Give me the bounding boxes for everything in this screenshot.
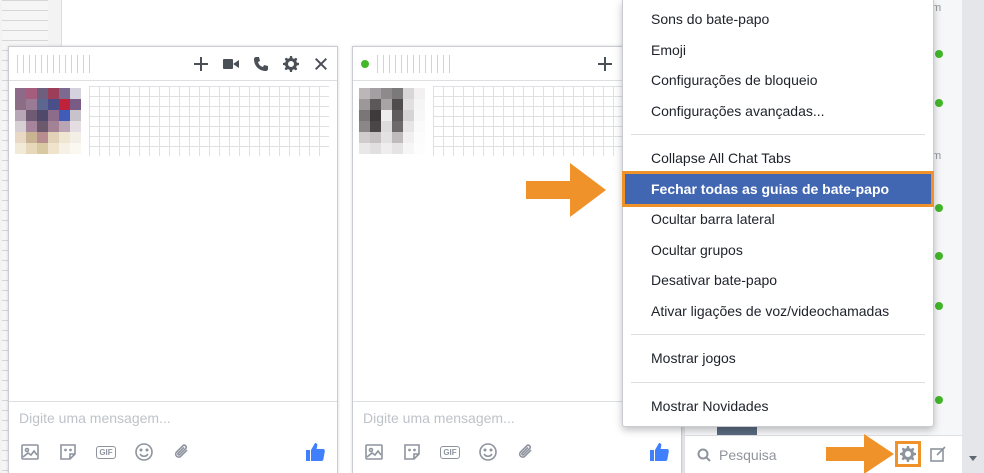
online-indicator xyxy=(935,50,943,58)
message-obscured xyxy=(89,86,329,156)
compose-icon[interactable] xyxy=(930,446,946,462)
menu-item-disable-chat[interactable]: Desativar bate-papo xyxy=(623,265,933,296)
menu-item-show-news[interactable]: Mostrar Novidades xyxy=(623,391,933,422)
menu-item-hide-sidebar[interactable]: Ocultar barra lateral xyxy=(623,204,933,235)
online-indicator xyxy=(935,99,943,107)
menu-item-enable-calls[interactable]: Ativar ligações de voz/videochamadas xyxy=(623,296,933,327)
gif-icon[interactable]: GIF xyxy=(95,441,117,463)
like-icon[interactable] xyxy=(647,440,671,464)
sticker-icon[interactable] xyxy=(401,441,423,463)
gear-icon[interactable] xyxy=(281,55,301,73)
online-indicator xyxy=(935,204,943,212)
chat-window-1: Digite uma mensagem... GIF xyxy=(8,46,338,473)
sidebar-scrollbar[interactable] xyxy=(962,0,984,473)
menu-divider xyxy=(631,334,925,335)
chat-contact-name-obscured[interactable] xyxy=(17,54,93,73)
gif-label: GIF xyxy=(96,445,116,459)
menu-item-advanced-settings[interactable]: Configurações avançadas... xyxy=(623,96,933,127)
chat-tools xyxy=(191,55,331,73)
search-placeholder: Pesquisa xyxy=(719,446,777,463)
chat-options-menu: Sons do bate-papo Emoji Configurações de… xyxy=(622,0,934,427)
image-icon[interactable] xyxy=(19,441,41,463)
phone-icon[interactable] xyxy=(251,55,271,73)
video-icon[interactable] xyxy=(221,55,241,73)
menu-item-chat-sounds[interactable]: Sons do bate-papo xyxy=(623,4,933,35)
plus-icon[interactable] xyxy=(595,55,615,73)
gear-icon xyxy=(900,446,916,462)
plus-icon[interactable] xyxy=(191,55,211,73)
emoji-icon[interactable] xyxy=(133,441,155,463)
sticker-icon[interactable] xyxy=(57,441,79,463)
online-indicator xyxy=(935,302,943,310)
menu-item-close-all-tabs[interactable]: Fechar todas as guias de bate-papo xyxy=(622,170,934,207)
online-indicator xyxy=(935,396,943,404)
message-input[interactable]: Digite uma mensagem... xyxy=(9,401,337,427)
chat-footer: GIF xyxy=(353,431,681,473)
image-icon[interactable] xyxy=(363,441,385,463)
avatar xyxy=(359,88,425,154)
close-icon[interactable] xyxy=(311,55,331,73)
chat-contact-name-obscured[interactable] xyxy=(377,54,453,73)
chat-header[interactable] xyxy=(9,47,337,81)
scroll-down-icon[interactable] xyxy=(969,456,977,461)
emoji-icon[interactable] xyxy=(477,441,499,463)
attach-icon[interactable] xyxy=(171,441,193,463)
menu-item-hide-groups[interactable]: Ocultar grupos xyxy=(623,235,933,266)
online-indicator xyxy=(361,59,369,68)
menu-item-emoji[interactable]: Emoji xyxy=(623,35,933,66)
like-icon[interactable] xyxy=(303,440,327,464)
menu-item-collapse-all[interactable]: Collapse All Chat Tabs xyxy=(623,143,933,174)
chat-messages xyxy=(9,82,337,413)
options-gear-button[interactable] xyxy=(895,441,921,467)
annotation-arrow-icon xyxy=(526,163,606,217)
menu-divider xyxy=(631,134,925,135)
gif-label: GIF xyxy=(440,445,460,459)
chat-footer: GIF xyxy=(9,431,337,473)
menu-item-show-games[interactable]: Mostrar jogos xyxy=(623,343,933,374)
search-icon xyxy=(697,448,711,462)
online-indicator xyxy=(935,252,943,260)
gif-icon[interactable]: GIF xyxy=(439,441,461,463)
annotation-arrow-icon xyxy=(826,434,894,473)
menu-divider xyxy=(631,381,925,383)
attach-icon[interactable] xyxy=(515,441,537,463)
avatar xyxy=(15,88,81,154)
menu-item-block-settings[interactable]: Configurações de bloqueio xyxy=(623,65,933,96)
